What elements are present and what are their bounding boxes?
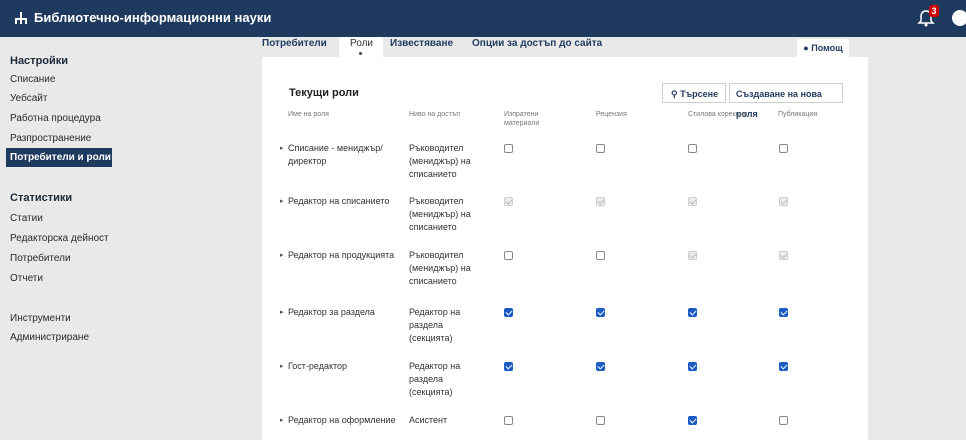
stage-checkbox[interactable]: [688, 144, 697, 153]
sidebar-item-articles[interactable]: Статии: [10, 213, 43, 224]
role-name[interactable]: Редактор за раздела: [288, 306, 400, 319]
role-name[interactable]: Редактор на оформление: [288, 414, 400, 427]
stage-checkbox[interactable]: [504, 308, 513, 317]
role-access-level: Редактор на раздела (секцията): [409, 361, 461, 397]
stage-checkbox[interactable]: [688, 362, 697, 371]
tab-roles[interactable]: Роли: [350, 38, 373, 49]
sidebar-item-editorial-activity[interactable]: Редакторска дейност: [10, 233, 109, 244]
role-name[interactable]: Списание - мениджър/директор: [288, 142, 400, 168]
create-role-button[interactable]: Създаване на нова роля: [729, 83, 843, 119]
stage-checkbox[interactable]: [504, 251, 513, 260]
sidebar-item-reports[interactable]: Отчети: [10, 273, 43, 284]
expand-caret-icon[interactable]: ▸: [280, 362, 284, 370]
role-access-level: Ръководител (мениджър) на списанието: [409, 143, 471, 179]
sidebar-item-administration[interactable]: Администриране: [10, 332, 89, 343]
search-button[interactable]: ⚲ Търсене: [662, 83, 726, 103]
col-header-review: Рецензия: [596, 111, 627, 118]
stage-checkbox: [688, 251, 697, 260]
stage-checkbox[interactable]: [596, 362, 605, 371]
stage-checkbox[interactable]: [688, 308, 697, 317]
col-header-copyediting: Стилова корекция: [688, 111, 748, 118]
user-avatar-icon[interactable]: [952, 10, 966, 26]
stage-checkbox[interactable]: [779, 308, 788, 317]
sidebar-item-distribution[interactable]: Разпространение: [10, 133, 91, 144]
col-header-access-level: Ниво на достъп: [409, 111, 460, 118]
stage-checkbox: [596, 197, 605, 206]
help-label: Помощ: [811, 43, 843, 53]
sidebar-heading-settings: Настройки: [10, 55, 69, 67]
expand-caret-icon[interactable]: ▸: [280, 251, 284, 259]
stage-checkbox[interactable]: [596, 251, 605, 260]
role-name[interactable]: Редактор на списанието: [288, 195, 400, 208]
stage-checkbox[interactable]: [596, 144, 605, 153]
stage-checkbox: [779, 251, 788, 260]
expand-caret-icon[interactable]: ▸: [280, 197, 284, 205]
role-name[interactable]: Гост-редактор: [288, 360, 400, 373]
role-name[interactable]: Редактор на продукцията: [288, 249, 400, 262]
role-access-level: Ръководител (мениджър) на списанието: [409, 250, 471, 286]
expand-caret-icon[interactable]: ▸: [280, 308, 284, 316]
stage-checkbox[interactable]: [779, 362, 788, 371]
col-header-production: Публикация: [778, 111, 818, 118]
col-header-role-name: Име на роля: [288, 111, 329, 118]
sidebar-item-users[interactable]: Потребители: [10, 253, 71, 264]
sidebar-item-workflow[interactable]: Работна процедура: [10, 113, 101, 124]
stage-checkbox[interactable]: [596, 416, 605, 425]
sidebar-item-journal[interactable]: Списание: [10, 74, 55, 85]
stage-checkbox[interactable]: [779, 416, 788, 425]
stage-checkbox[interactable]: [779, 144, 788, 153]
expand-caret-icon[interactable]: ▸: [280, 144, 284, 152]
sidebar-item-tools[interactable]: Инструменти: [10, 313, 71, 324]
stage-checkbox[interactable]: [504, 362, 513, 371]
stage-checkbox[interactable]: [504, 144, 513, 153]
col-header-submission: Изпратени материали: [504, 111, 540, 127]
search-icon: ⚲: [671, 89, 678, 99]
tab-site-access[interactable]: Опции за достъп до сайта: [472, 38, 602, 49]
expand-caret-icon[interactable]: ▸: [280, 416, 284, 424]
panel-title: Текущи роли: [289, 87, 359, 99]
stage-checkbox: [688, 197, 697, 206]
stage-checkbox: [779, 197, 788, 206]
stage-checkbox[interactable]: [688, 416, 697, 425]
sidebar-item-website[interactable]: Уебсайт: [10, 93, 47, 104]
tab-users[interactable]: Потребители: [262, 38, 327, 49]
sidebar-heading-statistics: Статистики: [10, 192, 73, 204]
notification-badge: 3: [929, 5, 939, 17]
tab-active-indicator: [359, 52, 362, 55]
sidebar: Настройки Списание Уебсайт Работна проце…: [0, 37, 245, 440]
tab-notifications[interactable]: Известяване: [390, 38, 453, 49]
role-access-level: Редактор на раздела (секцията): [409, 307, 461, 343]
role-access-level: Ръководител (мениджър) на списанието: [409, 196, 471, 232]
stage-checkbox[interactable]: [596, 308, 605, 317]
stage-checkbox[interactable]: [504, 416, 513, 425]
help-button[interactable]: ● Помощ: [797, 39, 849, 57]
stage-checkbox: [504, 197, 513, 206]
top-bar: Библиотечно-информационни науки 3: [0, 0, 966, 37]
sidebar-item-users-roles[interactable]: Потребители и роли: [6, 148, 112, 167]
app-logo-icon: [15, 12, 27, 24]
role-access-level: Асистент: [409, 415, 448, 425]
search-label: Търсене: [680, 89, 719, 99]
help-icon: ●: [803, 43, 809, 53]
app-title: Библиотечно-информационни науки: [34, 10, 272, 25]
